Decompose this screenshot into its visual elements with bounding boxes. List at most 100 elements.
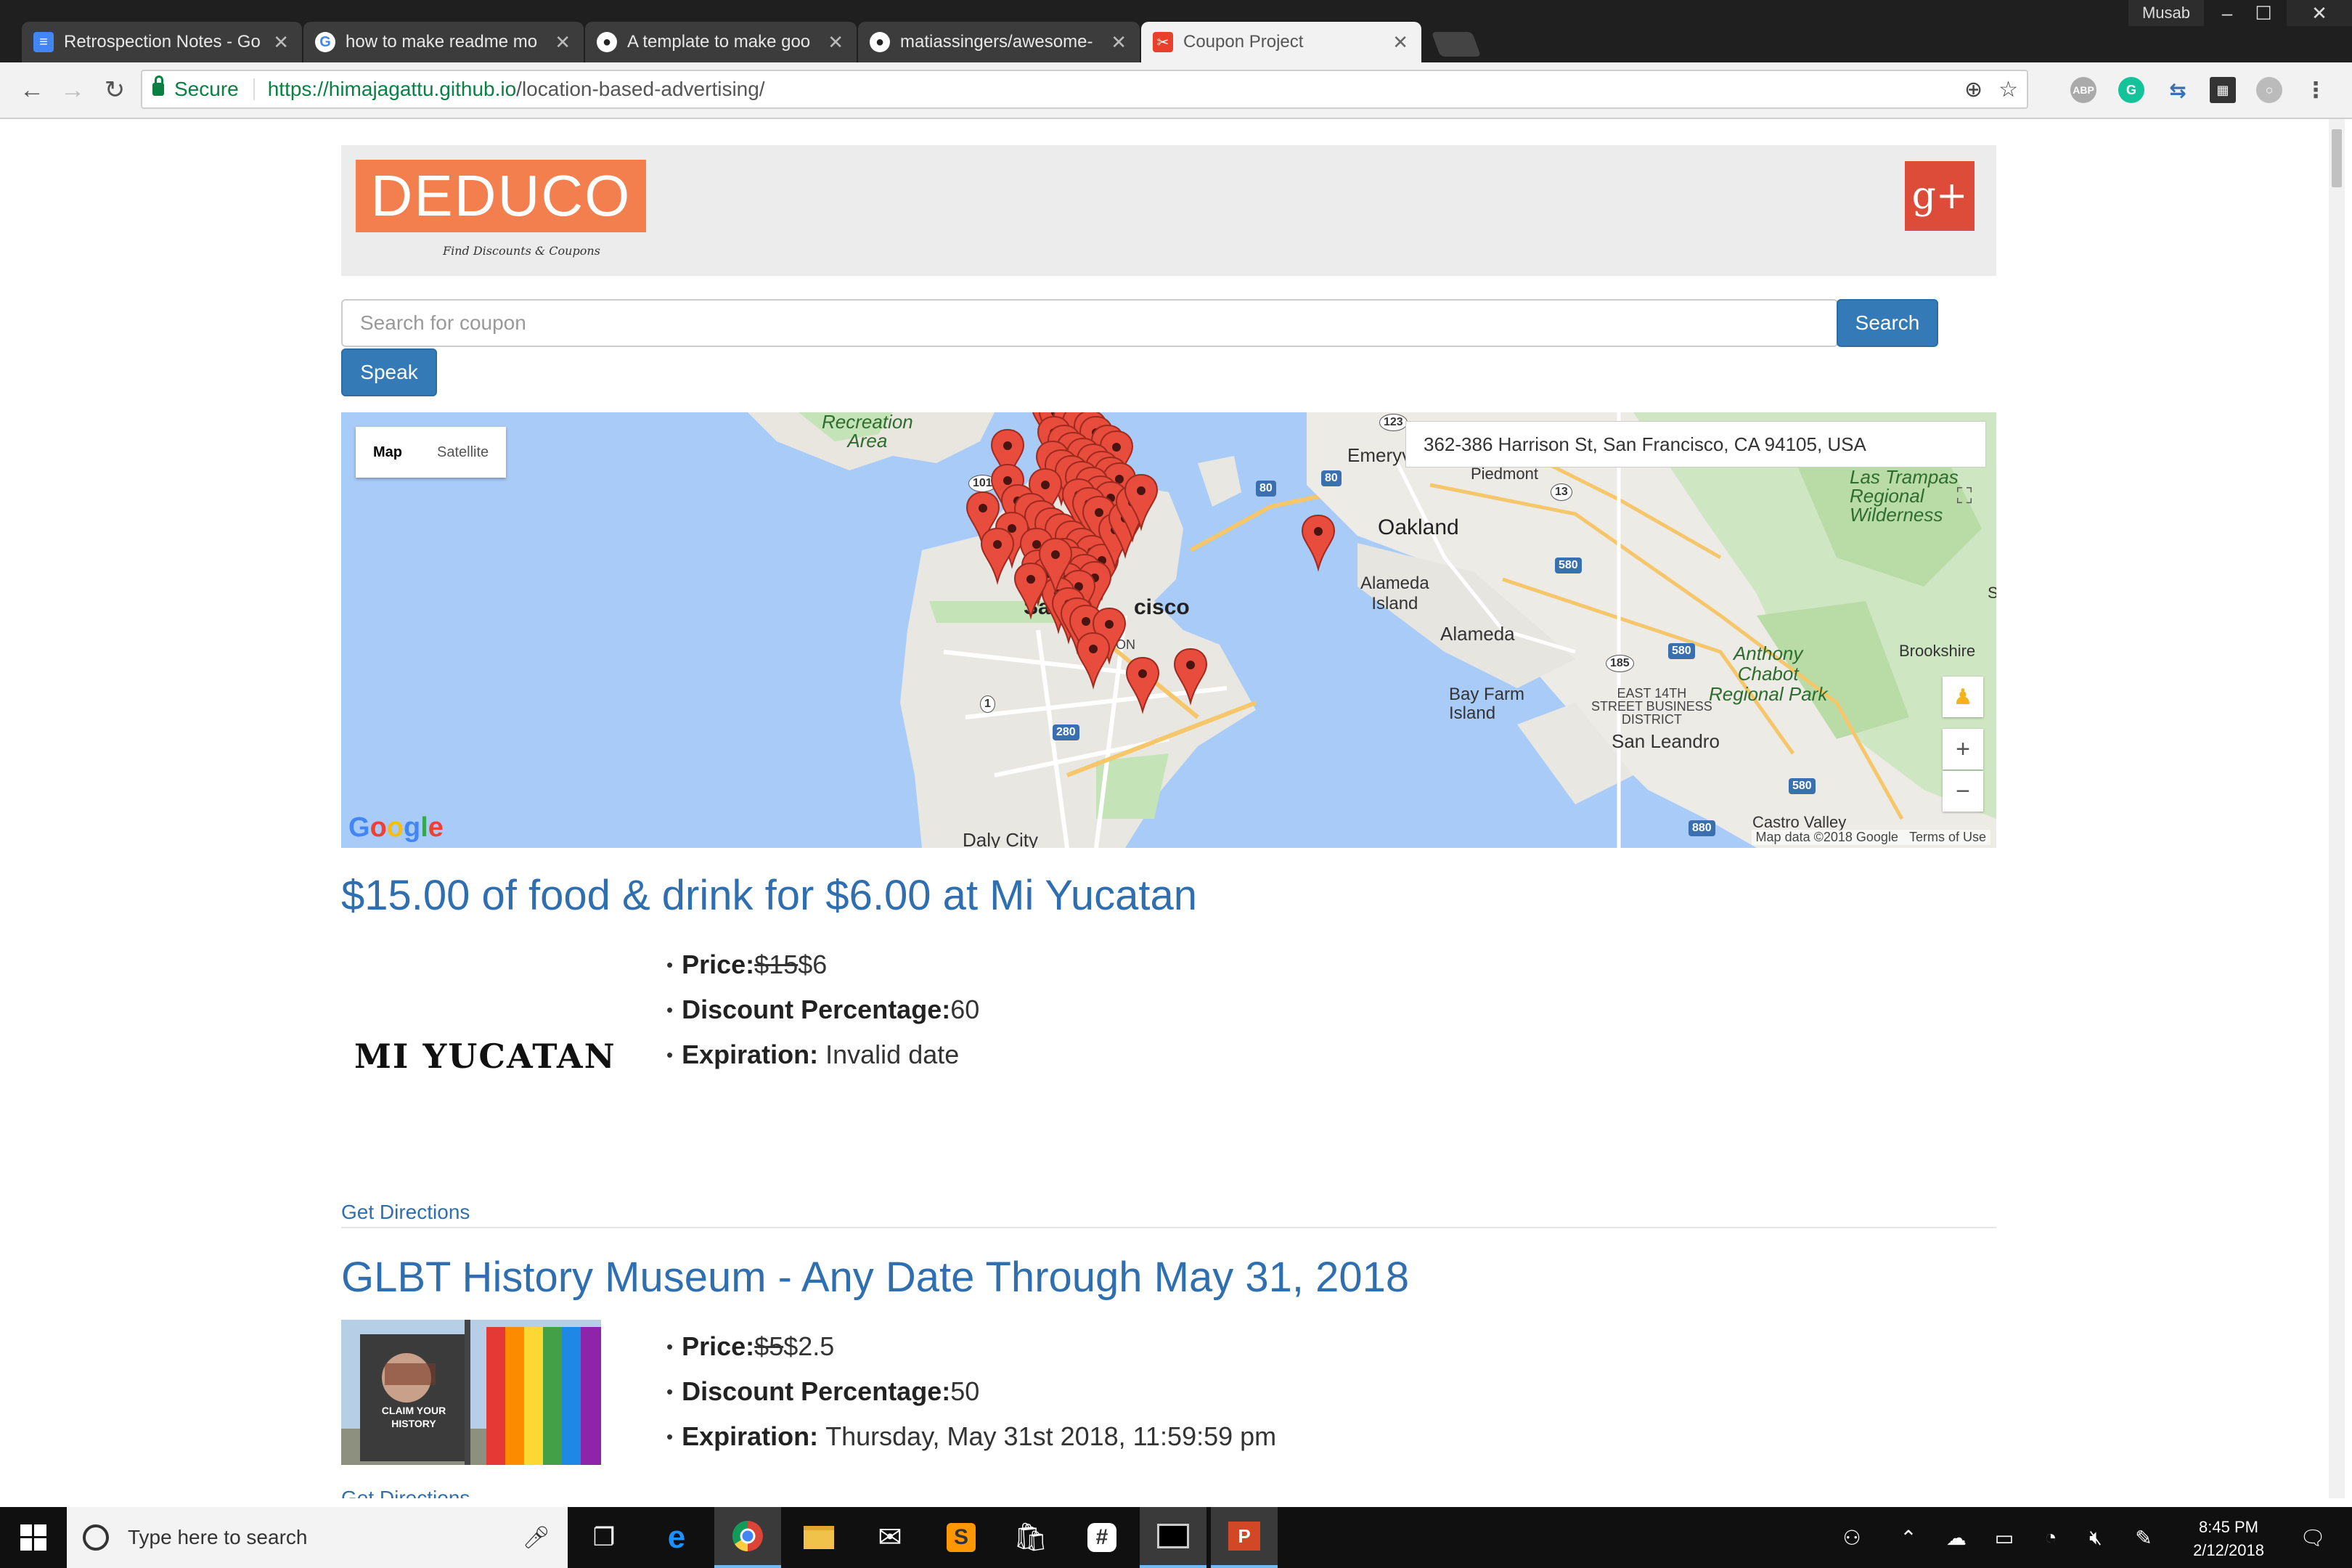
store-icon[interactable]: 🛍︎	[997, 1507, 1064, 1568]
coupon-icon: ✂	[1153, 32, 1173, 52]
map-attribution: Map data ©2018 Google Terms of Use	[1751, 830, 1990, 845]
profile-name[interactable]: Musab	[2128, 0, 2204, 26]
powerpoint-icon[interactable]: P	[1211, 1507, 1278, 1568]
pegman-icon[interactable]: ♟	[1943, 677, 1983, 717]
close-tab-icon[interactable]: ✕	[555, 31, 571, 54]
speak-button[interactable]: Speak	[341, 348, 437, 396]
tab-label: how to make readme mo	[346, 32, 538, 52]
action-center-icon[interactable]: 🗨︎	[2291, 1507, 2335, 1568]
terminal-icon[interactable]	[1140, 1507, 1206, 1568]
mi-yucatan-logo: MI YUCATAN	[354, 1037, 616, 1076]
map-pin-icon[interactable]	[1173, 648, 1208, 706]
battery-icon[interactable]: ▭	[1986, 1507, 2022, 1568]
profile-icon[interactable]: ○	[2256, 77, 2282, 103]
map-view[interactable]: Map Satellite Recreation Area Emeryvi Pi…	[341, 412, 1996, 848]
location-icon[interactable]: ⊕	[1964, 77, 1983, 102]
google-logo: Google	[348, 812, 444, 843]
zoom-out-icon[interactable]: −	[1943, 771, 1983, 812]
deal-title[interactable]: GLBT History Museum - Any Date Through M…	[341, 1253, 1409, 1302]
reload-icon[interactable]: ↻	[97, 73, 132, 107]
film-icon[interactable]: ▦	[2210, 77, 2236, 103]
file-explorer-icon[interactable]	[785, 1507, 852, 1568]
taskbar-search-placeholder: Type here to search	[128, 1526, 308, 1548]
address-bar[interactable]: Secure https://himajagattu.github.io /lo…	[141, 70, 2028, 109]
browser-toolbar: ← → ↻ Secure https://himajagattu.github.…	[0, 62, 2352, 119]
fullscreen-icon[interactable]: ⛶	[1950, 482, 1979, 511]
deal-title[interactable]: $15.00 of food & drink for $6.00 at Mi Y…	[341, 871, 1197, 920]
deal-expiration: Expiration: Thursday, May 31st 2018, 11:…	[666, 1414, 1276, 1459]
site-header: DEDUCO Find Discounts & Coupons g+	[341, 145, 1996, 276]
glbt-museum-image: CLAIM YOUR HISTORY	[341, 1320, 601, 1465]
secure-label: Secure	[174, 78, 239, 100]
deal-price: Price:$5$2.5	[666, 1324, 1276, 1369]
new-tab-button[interactable]	[1431, 32, 1482, 57]
show-hidden-icons[interactable]: ⌃	[1890, 1507, 1927, 1568]
volume-muted-icon[interactable]: 🔇︎	[2078, 1507, 2114, 1568]
map-pin-icon[interactable]	[1076, 632, 1111, 690]
google-icon: G	[315, 32, 335, 52]
forward-icon[interactable]: →	[55, 73, 90, 107]
search-input[interactable]	[341, 299, 1838, 347]
logo-tagline: Find Discounts & Coupons	[443, 244, 600, 258]
tab-label: Coupon Project	[1183, 32, 1304, 52]
deal-expiration: Expiration: Invalid date	[666, 1032, 979, 1077]
sublime-text-icon[interactable]: S	[928, 1507, 995, 1568]
page-scrollbar[interactable]	[2329, 119, 2345, 1498]
people-icon[interactable]: ⚇	[1834, 1507, 1870, 1568]
map-pin-icon[interactable]	[1013, 562, 1048, 620]
microphone-icon[interactable]: 🎤︎	[523, 1525, 550, 1551]
taskbar-clock[interactable]: 8:45 PM 2/12/2018	[2171, 1516, 2287, 1562]
deduco-logo[interactable]: DEDUCO	[356, 160, 646, 232]
close-tab-icon[interactable]: ✕	[828, 31, 844, 54]
onedrive-icon[interactable]: ☁	[1938, 1507, 1975, 1568]
browser-titlebar: ≡ Retrospection Notes - Go ✕ G how to ma…	[0, 0, 2352, 62]
adblock-icon[interactable]: ABP	[2070, 77, 2096, 103]
map-pin-icon[interactable]	[1125, 656, 1160, 714]
mail-icon[interactable]: ✉	[857, 1507, 923, 1568]
grammarly-icon[interactable]: G	[2118, 77, 2144, 103]
slack-icon[interactable]: #	[1069, 1507, 1135, 1568]
windows-taskbar: Type here to search 🎤︎ ❐ e ✉ S 🛍︎ # P ⚇ …	[0, 1507, 2352, 1568]
divider	[341, 1227, 1996, 1228]
tab-awesome[interactable]: ● matiassingers/awesome- ✕	[858, 22, 1140, 62]
tab-readme[interactable]: G how to make readme mo ✕	[303, 22, 584, 62]
taskbar-search[interactable]: Type here to search 🎤︎	[67, 1507, 568, 1568]
tab-template[interactable]: ● A template to make goo ✕	[585, 22, 857, 62]
google-plus-icon[interactable]: g+	[1905, 161, 1975, 231]
close-tab-icon[interactable]: ✕	[273, 31, 289, 54]
close-window-icon[interactable]: ✕	[2287, 0, 2352, 26]
get-directions-link[interactable]: Get Directions	[341, 1487, 470, 1498]
sync-icon[interactable]: ⇆	[2165, 77, 2191, 103]
wifi-icon[interactable]: ◔	[2033, 1507, 2069, 1568]
map-pin-icon[interactable]	[980, 527, 1015, 585]
deal-details: Price:$15$6 Discount Percentage:60 Expir…	[666, 942, 979, 1077]
tab-label: matiassingers/awesome-	[900, 32, 1093, 52]
back-icon[interactable]: ←	[15, 73, 49, 107]
pen-icon[interactable]: ✎	[2126, 1507, 2162, 1568]
bookmark-star-icon[interactable]: ☆	[1998, 77, 2018, 102]
terms-of-use-link[interactable]: Terms of Use	[1909, 830, 1986, 844]
map-pins-layer	[965, 412, 1336, 714]
windows-start-icon[interactable]	[0, 1507, 67, 1568]
task-view-icon[interactable]: ❐	[571, 1507, 637, 1568]
scroll-thumb[interactable]	[2332, 129, 2342, 187]
tab-label: Retrospection Notes - Go	[64, 32, 261, 52]
deal-discount: Discount Percentage:60	[666, 987, 979, 1032]
edge-icon[interactable]: e	[643, 1507, 710, 1568]
github-icon: ●	[597, 32, 617, 52]
zoom-in-icon[interactable]: +	[1943, 729, 1983, 769]
url-path: /location-based-advertising/	[516, 78, 765, 100]
search-button[interactable]: Search	[1837, 299, 1938, 347]
map-pin-icon[interactable]	[1301, 514, 1336, 572]
url-host: https://himajagattu.github.io	[267, 78, 517, 100]
chrome-icon[interactable]	[714, 1507, 781, 1568]
cortana-icon	[83, 1524, 109, 1551]
get-directions-link[interactable]: Get Directions	[341, 1201, 470, 1224]
menu-icon[interactable]: ⋮	[2303, 77, 2329, 103]
tab-coupon-project[interactable]: ✂ Coupon Project ✕	[1141, 22, 1421, 62]
close-tab-icon[interactable]: ✕	[1111, 31, 1127, 54]
minimize-icon[interactable]: –	[2207, 0, 2247, 26]
close-tab-icon[interactable]: ✕	[1392, 31, 1408, 54]
maximize-icon[interactable]: ☐	[2243, 0, 2284, 26]
tab-retrospection-notes[interactable]: ≡ Retrospection Notes - Go ✕	[22, 22, 302, 62]
